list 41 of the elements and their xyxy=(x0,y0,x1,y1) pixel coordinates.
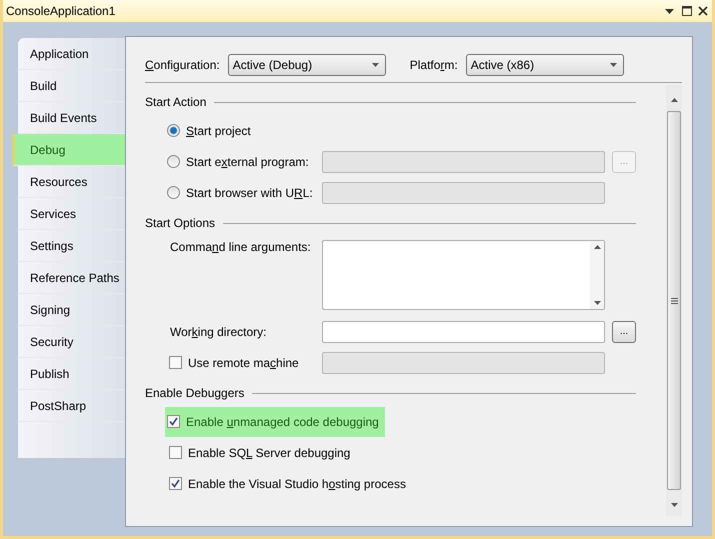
caret-icon[interactable] xyxy=(610,63,617,67)
radio-button[interactable] xyxy=(167,186,180,199)
radio-label: Start browser with URL: xyxy=(186,186,313,200)
radio-label: Start project xyxy=(186,124,251,138)
checkmark-icon xyxy=(171,479,180,488)
field-label: Working directory: xyxy=(170,324,266,338)
dropdown-icon[interactable] xyxy=(665,8,674,14)
section-title: Enable Debuggers xyxy=(145,386,244,400)
checkbox-label: Use remote machine xyxy=(188,356,299,370)
checkbox-label: Enable SQL Server debugging xyxy=(188,446,350,460)
close-icon[interactable] xyxy=(698,6,708,16)
selector-label: Platform: xyxy=(410,58,458,72)
input-field[interactable] xyxy=(322,320,605,342)
sidebar-tab[interactable]: Debug xyxy=(12,134,125,166)
checkbox-label: Enable the Visual Studio hosting process xyxy=(188,476,406,490)
section-title: Start Options xyxy=(145,216,216,230)
selector-label: Configuration: xyxy=(145,58,220,72)
scrollbar[interactable] xyxy=(666,85,682,516)
scroll-down-icon[interactable] xyxy=(594,301,600,305)
field-label: Command line arguments: xyxy=(170,240,311,254)
checkbox[interactable] xyxy=(169,477,182,490)
window-title: ConsoleApplication1 xyxy=(6,4,116,18)
radio-button[interactable] xyxy=(167,124,180,137)
scroll-down-icon[interactable] xyxy=(670,503,678,507)
scroll-up-icon[interactable] xyxy=(594,245,600,249)
browse-button[interactable]: ... xyxy=(612,320,636,342)
maximize-icon[interactable] xyxy=(682,6,692,16)
radio-label: Start external program: xyxy=(186,154,309,168)
section-title: Start Action xyxy=(145,95,206,109)
caret-icon[interactable] xyxy=(372,63,379,67)
checkmark-icon xyxy=(169,417,178,426)
checkbox[interactable] xyxy=(169,356,182,369)
radio-button[interactable] xyxy=(167,155,180,168)
checkbox[interactable] xyxy=(167,415,180,428)
scroll-up-icon[interactable] xyxy=(670,98,678,102)
dropdown[interactable]: Active (Debug) xyxy=(228,54,386,76)
dropdown[interactable]: Active (x86) xyxy=(466,54,624,76)
scroll-thumb[interactable] xyxy=(667,111,681,490)
checkbox[interactable] xyxy=(169,446,182,459)
checkbox-label: Enable unmanaged code debugging xyxy=(186,414,379,428)
grip-icon xyxy=(670,298,678,304)
